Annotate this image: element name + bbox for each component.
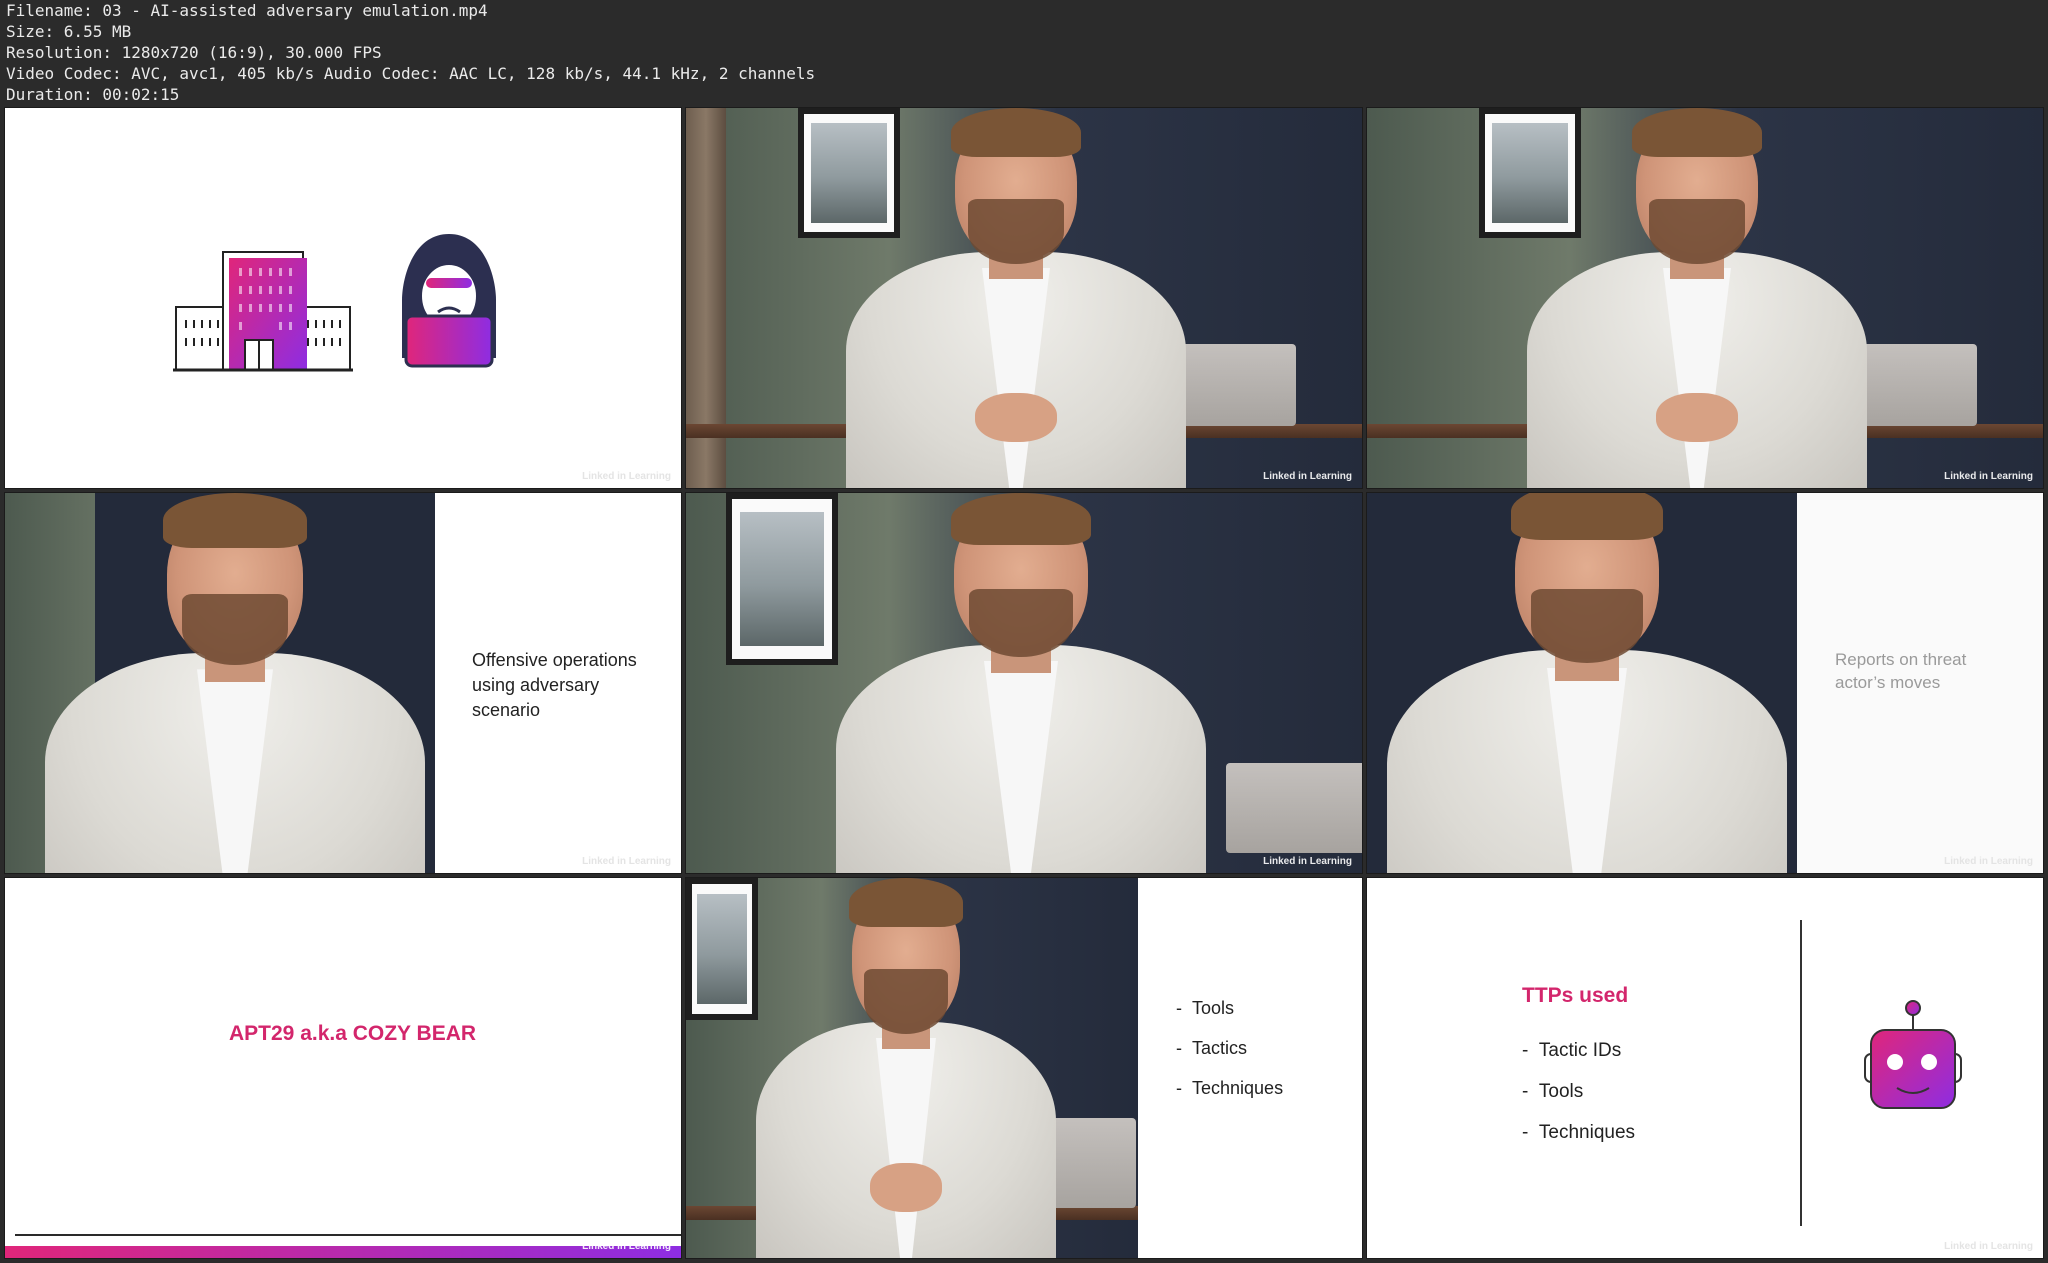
thumbnail-frame-4[interactable]: Offensive operations using adversary sce… (4, 492, 682, 874)
thumbnail-frame-6[interactable]: Reports on threat actor’s moves Linked i… (1366, 492, 2044, 874)
bullet-item: - Tools (1522, 1081, 1584, 1102)
linkedin-learning-watermark: Linked in Learning (1263, 856, 1352, 867)
bullet-item: - Techniques (1176, 1078, 1284, 1098)
bullet-item: - Tools (1176, 998, 1235, 1018)
thumbnail-frame-9[interactable]: TTPs used - Tactic IDs - Tools - Techniq… (1366, 877, 2044, 1259)
thumbnail-frame-1[interactable]: Linked in Learning (4, 107, 682, 489)
bullet-item: - Techniques (1522, 1122, 1636, 1143)
filename-line: Filename: 03 - AI-assisted adversary emu… (6, 1, 488, 20)
bullet-item: - Tactics (1176, 1038, 1248, 1058)
slide-text: Reports on threat actor’s moves (1835, 650, 1967, 692)
hacker-icon (402, 234, 496, 368)
bullet-item: - Tactic IDs (1522, 1040, 1622, 1061)
presenter (836, 493, 1206, 873)
thumbnail-frame-2[interactable]: Linked in Learning (685, 107, 1363, 489)
progress-line (15, 1234, 681, 1236)
linkedin-learning-watermark: Linked in Learning (582, 1241, 671, 1252)
linkedin-learning-watermark: Linked in Learning (582, 856, 671, 867)
slide-text: Offensive operations using adversary sce… (472, 650, 637, 720)
presenter (846, 108, 1186, 488)
bullet-list: - Tools - Tactics - Techniques (1176, 988, 1283, 1108)
wall-picture (726, 493, 838, 665)
linkedin-learning-watermark: Linked in Learning (1263, 471, 1352, 482)
laptop (1226, 763, 1362, 853)
file-info-header: Filename: 03 - AI-assisted adversary emu… (6, 0, 2036, 105)
building-icon (173, 251, 353, 372)
progress-bar (5, 1246, 681, 1258)
presenter (1387, 493, 1787, 873)
bullet-list: - Tactic IDs - Tools - Techniques (1522, 1030, 1635, 1153)
codec-line: Video Codec: AVC, avc1, 405 kb/s Audio C… (6, 64, 816, 83)
presenter-video (1367, 493, 1797, 873)
linkedin-learning-watermark: Linked in Learning (1944, 856, 2033, 867)
linkedin-learning-watermark: Linked in Learning (1944, 1241, 2033, 1252)
slide-title: TTPs used (1522, 984, 1629, 1007)
thumbnail-frame-8[interactable]: - Tools - Tactics - Techniques (685, 877, 1363, 1259)
duration-line: Duration: 00:02:15 (6, 85, 180, 104)
presenter (756, 878, 1056, 1258)
divider (1800, 920, 1802, 1226)
resolution-line: Resolution: 1280x720 (16:9), 30.000 FPS (6, 43, 382, 62)
robot-icon (1864, 1000, 1962, 1109)
thumbnail-frame-7[interactable]: APT29 a.k.a COZY BEAR Linked in Learning (4, 877, 682, 1259)
size-line: Size: 6.55 MB (6, 22, 132, 41)
slide-title: APT29 a.k.a COZY BEAR (229, 1022, 477, 1045)
presenter-video (5, 493, 435, 873)
thumbnail-frame-5[interactable]: Linked in Learning (685, 492, 1363, 874)
presenter-video (686, 878, 1138, 1258)
thumbnail-frame-3[interactable]: Linked in Learning (1366, 107, 2044, 489)
linkedin-learning-watermark: Linked in Learning (1944, 471, 2033, 482)
presenter (1527, 108, 1867, 488)
linkedin-learning-watermark: Linked in Learning (582, 471, 671, 482)
presenter (45, 493, 425, 873)
